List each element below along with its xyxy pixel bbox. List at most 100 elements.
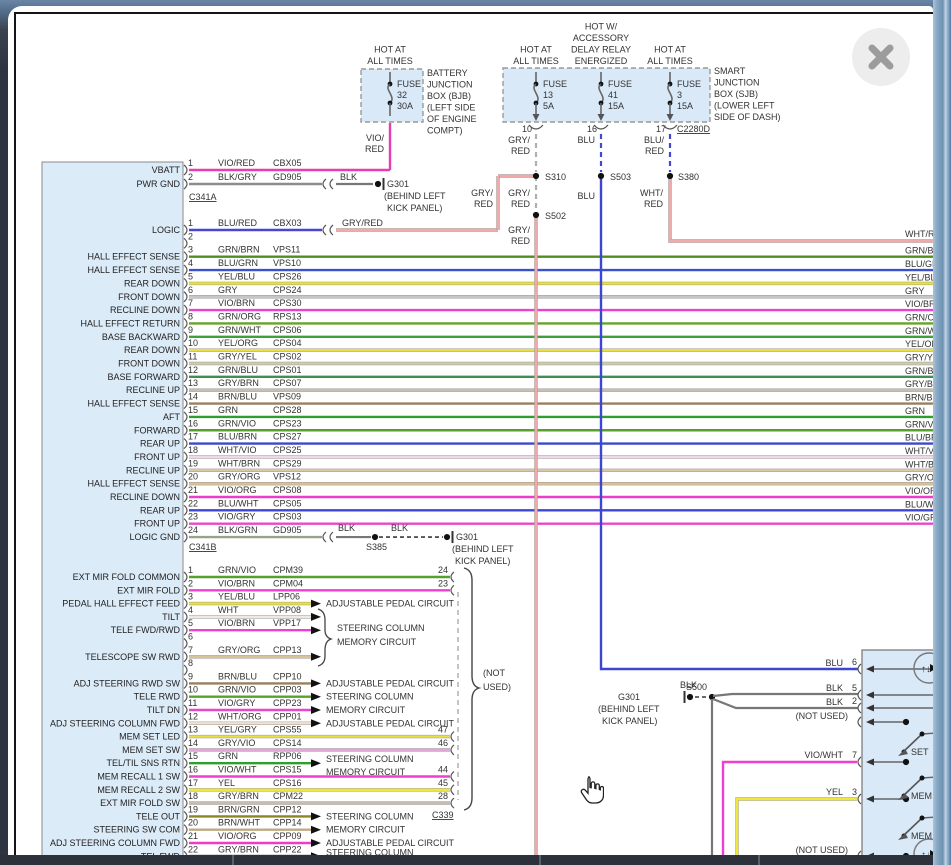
row-label: FORWARD (134, 425, 180, 435)
window-frame-right (933, 0, 951, 865)
close-icon (852, 28, 910, 86)
circuit-number: CPS27 (273, 432, 302, 442)
circuit-number: CPP23 (273, 698, 302, 708)
pin-arc (184, 278, 187, 288)
row-label: RECLINE DOWN (110, 305, 180, 315)
edge-wire-label: GRN/VIO (905, 419, 933, 429)
pin-arc (858, 664, 861, 674)
wire-color-code: WHT (218, 605, 239, 615)
row-label: BASE FORWARD (107, 372, 180, 382)
close-button[interactable] (852, 28, 910, 86)
splice-label: S380 (678, 172, 699, 182)
wire-color-code: BLK/GRY (218, 172, 257, 182)
row-label: REAR DOWN (124, 345, 180, 355)
pin-number: 10 (188, 685, 198, 695)
circuit-number: CPP13 (273, 645, 302, 655)
pin-arc (184, 612, 187, 622)
wire-color-code: VIO/BRN (218, 578, 255, 588)
pin-arc (184, 345, 187, 355)
diagram-dialog: VBATT1VIO/REDCBX05PWR GND2BLK/GRYGD905BL… (8, 6, 933, 865)
pin-arc (184, 678, 187, 688)
wire-color-label: YEL (826, 787, 843, 797)
pin-arc (184, 798, 187, 808)
connector-label: C341B (189, 542, 217, 552)
wire-color-code: YEL/ORG (218, 338, 258, 348)
pin-arc (330, 225, 333, 235)
connector-label: C2280D (677, 124, 711, 134)
pin-arc (184, 652, 187, 662)
pin-number: 16 (587, 124, 597, 134)
circuit-number: CBX05 (273, 158, 302, 168)
pin-arc (184, 479, 187, 489)
arrow-head (311, 600, 321, 608)
pin-arc (184, 318, 187, 328)
pin-arc (451, 585, 454, 595)
pin-number: 18 (188, 791, 198, 801)
pin-number: 2 (188, 578, 193, 588)
circuit-number: CPS04 (273, 338, 302, 348)
circuit-note: STEERING COLUMN (326, 692, 414, 702)
pin-number: 11 (188, 352, 197, 362)
row-label: VBATT (152, 165, 181, 175)
fuse-label: FUSE (397, 79, 421, 89)
ground-point (444, 534, 450, 540)
pin-arc (184, 332, 187, 342)
splice-label: S310 (545, 172, 566, 182)
right-pin-number: 23 (438, 578, 448, 588)
circuit-number: VPS12 (273, 472, 301, 482)
wire-color-code: GRN/VIO (218, 685, 256, 695)
pin-number: 7 (188, 645, 193, 655)
circuit-number: CPS03 (273, 512, 302, 522)
pin-arc (184, 505, 187, 515)
fuse-label: FUSE (543, 79, 567, 89)
edge-wire-label: YEL/BLU (905, 272, 933, 282)
pin-arc (184, 838, 187, 848)
pin-arc (858, 794, 861, 804)
wire-color-label: BLU/ (644, 135, 665, 145)
pin-arc (184, 758, 187, 768)
wire-color-code: GRY/RED (342, 218, 383, 228)
pin-number: 5 (188, 271, 193, 281)
frame-divider (758, 855, 760, 865)
circuit-number: CPS24 (273, 285, 302, 295)
pin-arc (451, 798, 454, 808)
box-name: COMPT) (427, 126, 463, 136)
edge-wire-label: BLU/BRN (905, 433, 933, 443)
not-used-label: (NOT USED) (796, 845, 848, 855)
arrow-head (311, 653, 321, 661)
circuit-number: CPS05 (273, 498, 302, 508)
wire-color-code: YEL/BLU (218, 592, 255, 602)
circuit-number: GD905 (273, 172, 302, 182)
arrow-head (311, 706, 321, 714)
pin-number: 21 (188, 831, 198, 841)
arrow-head (311, 759, 321, 767)
ground-location: KICK PANEL) (387, 203, 442, 213)
wire-color-code: BLK (338, 523, 355, 533)
right-pin-number: 47 (438, 725, 448, 735)
fuse-label: FUSE (677, 79, 701, 89)
fuse-number: 3 (677, 90, 682, 100)
pin-number: 20 (188, 472, 198, 482)
wire-color-label: RED (645, 146, 665, 156)
right-pin-number: 45 (438, 778, 448, 788)
wire-color-code: VIO/BRN (218, 298, 255, 308)
pin-number: 16 (188, 418, 198, 428)
component-pin-number: 2 (852, 696, 857, 706)
pin-arc (184, 705, 187, 715)
pin-number: 9 (188, 671, 193, 681)
wire-color-code: VIO/ORG (218, 831, 257, 841)
row-label: HALL EFFECT SENSE (87, 479, 180, 489)
pin-arc (323, 532, 326, 542)
arrow-head (311, 626, 321, 634)
pin-arc (451, 772, 454, 782)
pin-arc (858, 703, 861, 713)
pin-arc (184, 572, 187, 582)
row-label: TILT DN (147, 705, 180, 715)
ground-point (375, 181, 381, 187)
pin-number: 22 (188, 498, 198, 508)
window-frame-bottom (0, 855, 951, 865)
switch-contact (920, 776, 925, 781)
wire-color-code: VIO/GRY (218, 512, 255, 522)
power-headline: HOT W/ (585, 22, 618, 32)
circuit-number: CPS07 (273, 378, 302, 388)
